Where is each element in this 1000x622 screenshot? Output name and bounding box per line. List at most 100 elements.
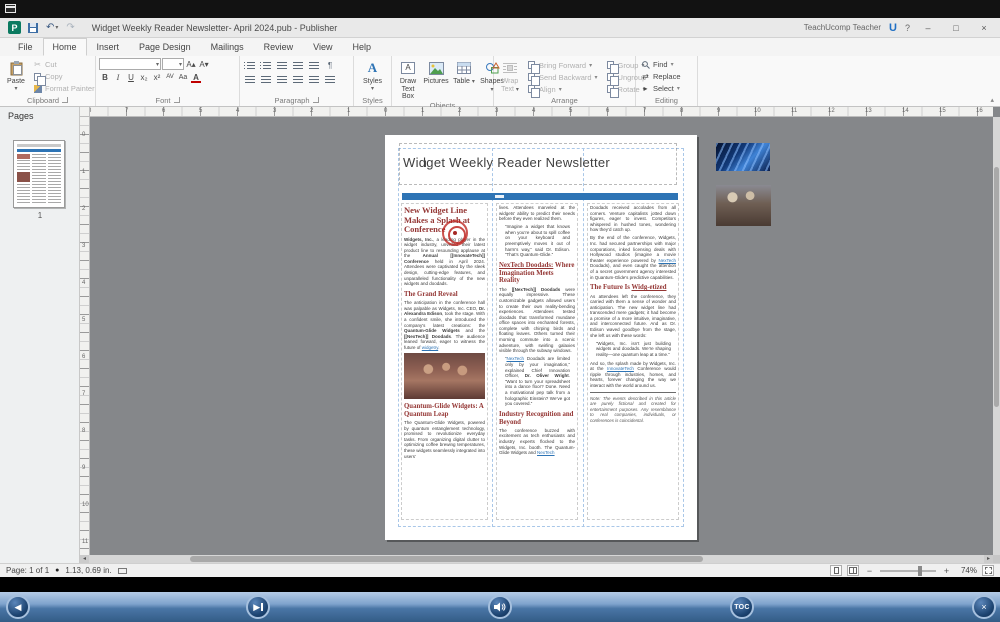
save-button[interactable] (25, 19, 41, 37)
tab-mailings[interactable]: Mailings (201, 38, 254, 56)
tab-page-design[interactable]: Page Design (129, 38, 201, 56)
align-center-button[interactable] (259, 73, 273, 85)
two-page-view-button[interactable] (847, 565, 859, 576)
maximize-button[interactable]: □ (946, 19, 966, 37)
ruler-number: 8 (90, 108, 91, 114)
page-thumbnail[interactable] (13, 140, 65, 208)
newsletter-column-2[interactable]: lives. Attendees marveled at the widgets… (496, 203, 578, 520)
undo-button[interactable]: ↶▾ (43, 19, 61, 37)
paragraph-dialog-launcher[interactable] (313, 97, 319, 103)
tab-review[interactable]: Review (254, 38, 304, 56)
inline-link[interactable]: NexTech (658, 258, 676, 263)
bullets-button[interactable] (243, 59, 257, 71)
play-button[interactable]: ▶ (246, 595, 270, 619)
player-close-button[interactable]: × (972, 595, 996, 619)
zoom-in-button[interactable]: + (941, 566, 952, 576)
zoom-out-button[interactable]: − (864, 566, 875, 576)
volume-button[interactable] (488, 595, 512, 619)
horizontal-scrollbar[interactable]: ◂ ▸ (80, 555, 993, 563)
font-size-select[interactable]: ▾ (162, 58, 184, 70)
select-button[interactable]: ▸ Select▾ (639, 83, 683, 94)
paragraph-mark-button[interactable]: ¶ (323, 59, 337, 71)
redo-button[interactable]: ↷ (63, 19, 77, 37)
justify-button[interactable] (291, 73, 305, 85)
horizontal-scroll-thumb[interactable] (190, 556, 703, 562)
tab-view[interactable]: View (303, 38, 342, 56)
wrap-text-button[interactable]: Wrap Text ▾ (497, 58, 523, 95)
bold-button[interactable]: B (99, 71, 111, 83)
scroll-left-icon[interactable]: ◂ (80, 555, 89, 563)
vertical-ruler[interactable]: 01234567891011 (80, 117, 90, 555)
previous-button[interactable]: ◀ (6, 595, 30, 619)
underline-button[interactable]: U (125, 71, 137, 83)
ruler-number: 9 (82, 465, 85, 471)
inline-link[interactable]: InnovateTech (607, 366, 634, 371)
subscript-button[interactable]: x₂ (138, 71, 150, 83)
toc-button[interactable]: TOC (730, 595, 754, 619)
scroll-right-icon[interactable]: ▸ (984, 555, 993, 563)
newsletter-column-1[interactable]: New Widget Line Makes a Splash at Confer… (401, 203, 488, 520)
cut-button[interactable]: ✂Cut (31, 59, 97, 70)
character-spacing-button[interactable]: AV (164, 71, 176, 83)
columns-button[interactable] (323, 73, 337, 85)
numbering-button[interactable] (259, 59, 273, 71)
vertical-scrollbar[interactable] (993, 117, 1000, 555)
ibeam-cursor: I (423, 159, 428, 169)
italic-button[interactable]: I (112, 71, 124, 83)
increase-indent-button[interactable] (291, 59, 305, 71)
decrease-indent-button[interactable] (275, 59, 289, 71)
horizontal-ruler[interactable]: 87654321012345678910111213141516 (90, 107, 993, 117)
window-icon[interactable] (5, 4, 16, 13)
line-spacing-button[interactable] (307, 59, 321, 71)
publication-page[interactable]: Widget Weekly Reader Newsletter New Widg… (385, 135, 697, 540)
page-indicator[interactable]: Page: 1 of 1 (6, 566, 49, 575)
clipboard-dialog-launcher[interactable] (62, 97, 68, 103)
change-case-button[interactable]: Aa (177, 71, 189, 83)
zoom-level[interactable]: 74% (957, 566, 977, 575)
inline-link[interactable]: NexTech (507, 356, 525, 361)
scratch-image-blue[interactable] (716, 143, 770, 171)
tab-insert[interactable]: Insert (87, 38, 130, 56)
single-page-view-button[interactable] (830, 565, 842, 576)
document-view[interactable]: Widget Weekly Reader Newsletter New Widg… (90, 117, 993, 555)
zoom-slider-thumb[interactable] (918, 566, 922, 576)
copy-button[interactable]: Copy (31, 71, 97, 82)
newsletter-title[interactable]: Widget Weekly Reader Newsletter (403, 155, 610, 170)
inline-link[interactable]: widgetry (422, 345, 438, 350)
align-left-button[interactable] (243, 73, 257, 85)
zoom-slider[interactable] (880, 570, 936, 572)
newsletter-accent-bar[interactable] (402, 193, 678, 200)
tab-file[interactable]: File (8, 38, 43, 56)
tab-home[interactable]: Home (43, 38, 87, 56)
newsletter-column-3[interactable]: Doodads received accolades from all corn… (587, 203, 679, 520)
vertical-scroll-thumb[interactable] (994, 167, 999, 407)
publisher-app-icon[interactable]: P (8, 21, 21, 34)
minimize-button[interactable]: – (918, 19, 938, 37)
distribute-button[interactable] (307, 73, 321, 85)
ruler-number: 5 (569, 108, 572, 114)
font-dialog-launcher[interactable] (174, 97, 180, 103)
account-name[interactable]: TeachUcomp Teacher (804, 23, 881, 32)
inline-link[interactable]: NexTech (537, 450, 555, 455)
tab-help[interactable]: Help (342, 38, 381, 56)
help-icon[interactable]: ? (905, 23, 910, 33)
align-right-button[interactable] (275, 73, 289, 85)
close-button[interactable]: × (974, 19, 994, 37)
replace-button[interactable]: ⇄ Replace (639, 71, 683, 82)
grow-font-button[interactable]: A▴ (185, 58, 197, 70)
font-name-select[interactable]: ▾ (99, 58, 161, 70)
collapse-ribbon-button[interactable]: ▴ (990, 96, 994, 104)
shrink-font-button[interactable]: A▾ (198, 58, 210, 70)
table-button[interactable]: Table ▾ (451, 58, 477, 101)
styles-button[interactable]: A Styles ▾ (360, 58, 386, 94)
pictures-button[interactable]: Pictures (423, 58, 449, 101)
bring-forward-button[interactable]: Bring Forward▾ (525, 59, 600, 71)
superscript-button[interactable]: x² (151, 71, 163, 83)
newsletter-paragraph: The anticipation in the conference hall … (404, 300, 485, 350)
font-color-button[interactable]: A (190, 71, 202, 83)
paste-button[interactable]: Paste ▾ (3, 58, 29, 94)
find-button[interactable]: Find▾ (639, 59, 683, 70)
draw-text-box-button[interactable]: A Draw Text Box (395, 58, 421, 101)
scratch-image-photo[interactable] (716, 185, 771, 226)
fit-page-button[interactable] (982, 565, 994, 576)
